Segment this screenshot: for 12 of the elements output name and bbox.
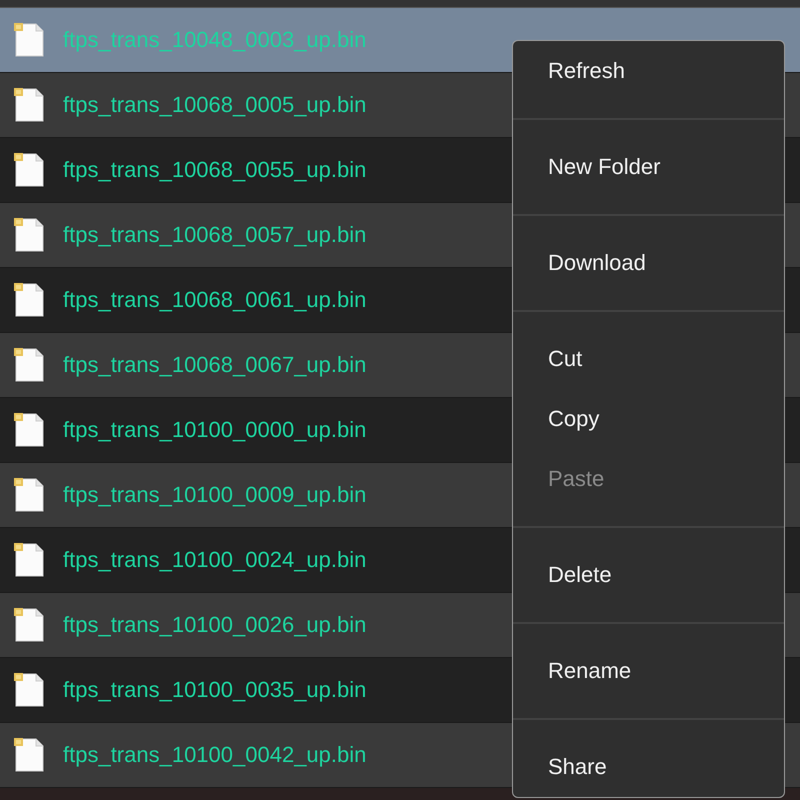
file-name: ftps_trans_10100_0035_up.bin bbox=[63, 677, 366, 703]
file-name: ftps_trans_10068_0067_up.bin bbox=[63, 352, 366, 378]
file-name: ftps_trans_10100_0009_up.bin bbox=[63, 482, 366, 508]
file-name: ftps_trans_10100_0026_up.bin bbox=[63, 612, 366, 638]
file-name: ftps_trans_10100_0000_up.bin bbox=[63, 417, 366, 443]
file-name: ftps_trans_10068_0061_up.bin bbox=[63, 287, 366, 313]
file-name: ftps_trans_10100_0042_up.bin bbox=[63, 742, 366, 768]
file-name: ftps_trans_10068_0005_up.bin bbox=[63, 92, 366, 118]
file-name: ftps_trans_10068_0057_up.bin bbox=[63, 222, 366, 248]
file-name: ftps_trans_10100_0024_up.bin bbox=[63, 547, 366, 573]
file-name: ftps_trans_10048_0003_up.bin bbox=[63, 27, 366, 53]
file-name: ftps_trans_10068_0055_up.bin bbox=[63, 157, 366, 183]
